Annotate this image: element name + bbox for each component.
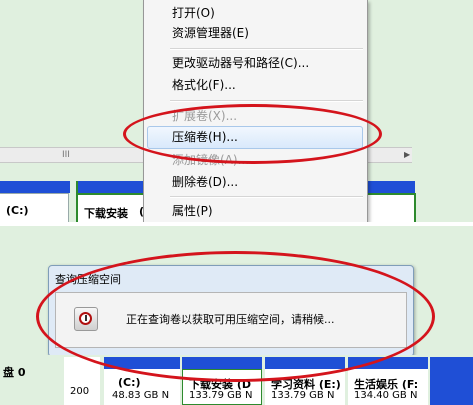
volume-bar-c: [0, 181, 70, 193]
menu-separator: [170, 100, 363, 102]
volume-f-size: 134.40 GB N: [354, 390, 418, 401]
scrollbar-grip[interactable]: III: [62, 148, 70, 162]
menu-item-format[interactable]: 格式化(F)...: [172, 77, 236, 93]
volume-c-label: (C:): [118, 376, 141, 389]
red-highlight-ellipse: [123, 104, 382, 164]
bottom-screenshot-panel: 查询压缩空间 正在查询卷以获取可用压缩空间，请稍候... 盘 0 200 (C:…: [0, 226, 473, 405]
unallocated-cell[interactable]: 200: [64, 357, 100, 405]
menu-item-delete-volume[interactable]: 删除卷(D)...: [172, 174, 238, 190]
menu-item-change-drive-letter[interactable]: 更改驱动器号和路径(C)...: [172, 55, 309, 71]
menu-item-properties[interactable]: 属性(P): [172, 203, 213, 219]
menu-item-open[interactable]: 打开(O): [172, 5, 215, 21]
disk-label: 盘 0: [3, 366, 26, 379]
volume-f-cell[interactable]: 生活娱乐 (F: 134.40 GB N: [348, 369, 428, 405]
volume-d-size: 133.79 GB N: [189, 390, 253, 401]
volume-d-label: 下载安装: [84, 207, 128, 220]
volume-bar-extra: [430, 357, 473, 405]
volume-c-label: (C:): [6, 204, 29, 217]
volume-e-size: 133.79 GB N: [271, 390, 335, 401]
top-screenshot-panel: III ▶ (C:) 下载安装 ( 打开(O) 资源管理器(E) 更改驱动器号和…: [0, 0, 473, 222]
menu-separator: [170, 48, 363, 50]
menu-separator: [170, 196, 363, 198]
volume-c-box[interactable]: (C:): [0, 193, 69, 222]
disk-size: 200: [70, 386, 90, 397]
menu-item-explorer[interactable]: 资源管理器(E): [172, 25, 249, 41]
red-highlight-ellipse: [36, 251, 435, 382]
scroll-right-arrow-icon[interactable]: ▶: [404, 148, 410, 162]
volume-c-size: 48.83 GB N: [112, 390, 170, 401]
